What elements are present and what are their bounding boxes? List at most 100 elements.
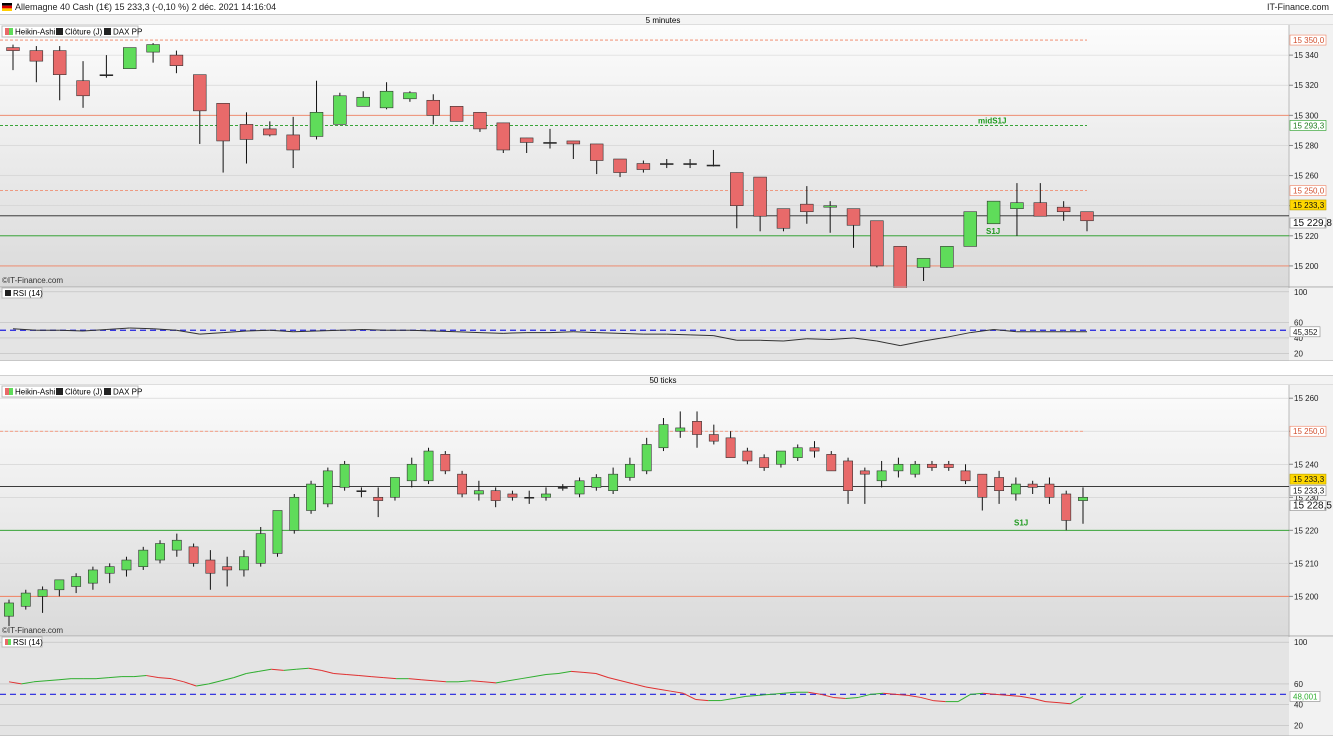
svg-text:48,001: 48,001 — [1293, 692, 1318, 701]
rsi-legend[interactable]: RSI (14) — [1, 287, 43, 299]
svg-text:15 250,0: 15 250,0 — [1293, 427, 1325, 436]
candle[interactable] — [776, 208, 791, 232]
cursor-price-badge: 15 229,8 — [1289, 217, 1332, 229]
chart-panel-5min[interactable]: 5 minutes midS1JS1J 15 34015 32015 30015… — [0, 15, 1333, 375]
rsi-area[interactable] — [0, 288, 1289, 361]
y-tick-label: 15 200 — [1294, 262, 1319, 271]
candle[interactable] — [893, 246, 907, 292]
timeframe-label: 5 minutes — [646, 16, 681, 25]
candle[interactable] — [272, 510, 283, 557]
svg-text:45,352: 45,352 — [1293, 328, 1318, 337]
legend-heikin-ashi: Heikin-Ashi — [15, 388, 56, 397]
candle[interactable] — [440, 451, 451, 475]
rsi-legend-label: RSI (14) — [13, 638, 43, 647]
legend-dax-pp: DAX PP — [113, 388, 142, 397]
pivot-icon — [104, 28, 111, 35]
candle[interactable] — [322, 467, 333, 508]
source-label: IT-Finance.com — [1266, 2, 1329, 12]
candle[interactable] — [123, 47, 137, 69]
y-tick-label: 15 210 — [1294, 559, 1319, 568]
legend-dax-pp: DAX PP — [113, 28, 142, 37]
candle[interactable] — [496, 122, 511, 153]
price-badge: 15 293,3 — [1289, 120, 1327, 131]
legend[interactable]: Heikin-Ashi Clôture (J) DAX PP — [1, 385, 142, 398]
candle[interactable] — [188, 543, 199, 567]
candle[interactable] — [986, 200, 1001, 225]
cursor-price-badge: 15 228,5 — [1289, 500, 1332, 512]
timeframe-label: 50 ticks — [649, 376, 676, 385]
candle[interactable] — [457, 470, 468, 498]
rsi-tick-label: 60 — [1294, 680, 1303, 689]
close-price-badge: 15 233,3 — [1289, 485, 1327, 496]
rsi-tick-label: 20 — [1294, 722, 1303, 731]
rsi-tick-label: 100 — [1294, 288, 1308, 297]
y-tick-label: 15 240 — [1294, 460, 1319, 469]
last-price-badge: 15 233,3 — [1289, 199, 1327, 211]
price-badge: 15 350,0 — [1289, 34, 1327, 46]
heikin-ashi-icon — [5, 388, 9, 395]
candle[interactable] — [449, 106, 464, 122]
candle[interactable] — [390, 477, 400, 501]
candle[interactable] — [423, 447, 434, 485]
time-axis[interactable] — [0, 361, 1333, 375]
price-badge: 15 250,0 — [1289, 425, 1327, 437]
candle[interactable] — [473, 112, 487, 132]
candle[interactable] — [963, 211, 977, 247]
rsi-icon — [5, 639, 8, 645]
s1j-label: S1J — [1014, 518, 1028, 527]
svg-text:15 293,3: 15 293,3 — [1293, 121, 1325, 130]
rsi-value-badge: 48,001 — [1289, 691, 1321, 702]
rsi-tick-label: 60 — [1294, 319, 1303, 328]
heikin-ashi-icon — [5, 28, 9, 35]
instrument-title: Allemagne 40 Cash (1€) 15 233,3 (-0,10 %… — [15, 2, 277, 12]
candle[interactable] — [306, 480, 316, 514]
close-icon — [56, 28, 63, 35]
legend-heikin-ashi: Heikin-Ashi — [15, 28, 56, 37]
rsi-value-badge: 45,352 — [1289, 326, 1321, 338]
y-tick-label: 15 260 — [1294, 172, 1319, 181]
germany-flag-icon — [2, 3, 12, 11]
y-tick-label: 15 220 — [1294, 526, 1319, 535]
price-badge: 15 250,0 — [1289, 185, 1327, 196]
rsi-icon — [5, 290, 11, 296]
candle[interactable] — [138, 546, 149, 570]
last-price-badge: 15 233,3 — [1289, 473, 1327, 485]
close-icon — [56, 388, 63, 395]
svg-text:15 229,8: 15 229,8 — [1293, 218, 1332, 229]
price-area[interactable] — [0, 385, 1289, 636]
candle[interactable] — [870, 220, 884, 268]
rsi-tick-label: 100 — [1294, 638, 1308, 647]
mid-s1j-label: midS1J — [978, 116, 1006, 125]
candle[interactable] — [289, 493, 300, 534]
y-tick-label: 15 200 — [1294, 592, 1319, 601]
candle[interactable] — [155, 540, 165, 564]
rsi-tick-label: 40 — [1294, 701, 1303, 710]
svg-text:15 233,3: 15 233,3 — [1293, 475, 1325, 484]
y-tick-label: 15 300 — [1294, 111, 1319, 120]
price-area[interactable] — [0, 25, 1289, 287]
window-title-bar: Allemagne 40 Cash (1€) 15 233,3 (-0,10 %… — [0, 0, 1333, 15]
y-tick-label: 15 340 — [1294, 51, 1319, 60]
watermark: ©IT-Finance.com — [2, 276, 63, 285]
svg-text:15 350,0: 15 350,0 — [1293, 36, 1325, 45]
svg-text:15 228,5: 15 228,5 — [1293, 501, 1332, 512]
candle[interactable] — [333, 92, 347, 125]
legend[interactable]: Heikin-Ashi Clôture (J) DAX PP — [1, 25, 142, 38]
candle[interactable] — [339, 460, 350, 491]
svg-text:15 233,3: 15 233,3 — [1293, 487, 1325, 496]
price-axis[interactable] — [1289, 25, 1333, 287]
y-tick-label: 15 320 — [1294, 81, 1319, 90]
chart-panel-50ticks[interactable]: 50 ticks S1J 15 26015 25015 24015 23015 … — [0, 375, 1333, 750]
rsi-legend[interactable]: RSI (14) — [1, 636, 43, 648]
rsi-tick-label: 20 — [1294, 349, 1303, 358]
pivot-icon — [104, 388, 111, 395]
svg-text:15 250,0: 15 250,0 — [1293, 187, 1325, 196]
watermark: ©IT-Finance.com — [2, 626, 63, 635]
time-axis[interactable] — [0, 736, 1333, 750]
legend-close: Clôture (J) — [65, 28, 103, 37]
candle[interactable] — [940, 246, 954, 268]
y-tick-label: 15 280 — [1294, 141, 1319, 150]
legend-close: Clôture (J) — [65, 388, 103, 397]
svg-text:15 233,3: 15 233,3 — [1293, 201, 1325, 210]
rsi-legend-label: RSI (14) — [13, 289, 43, 298]
